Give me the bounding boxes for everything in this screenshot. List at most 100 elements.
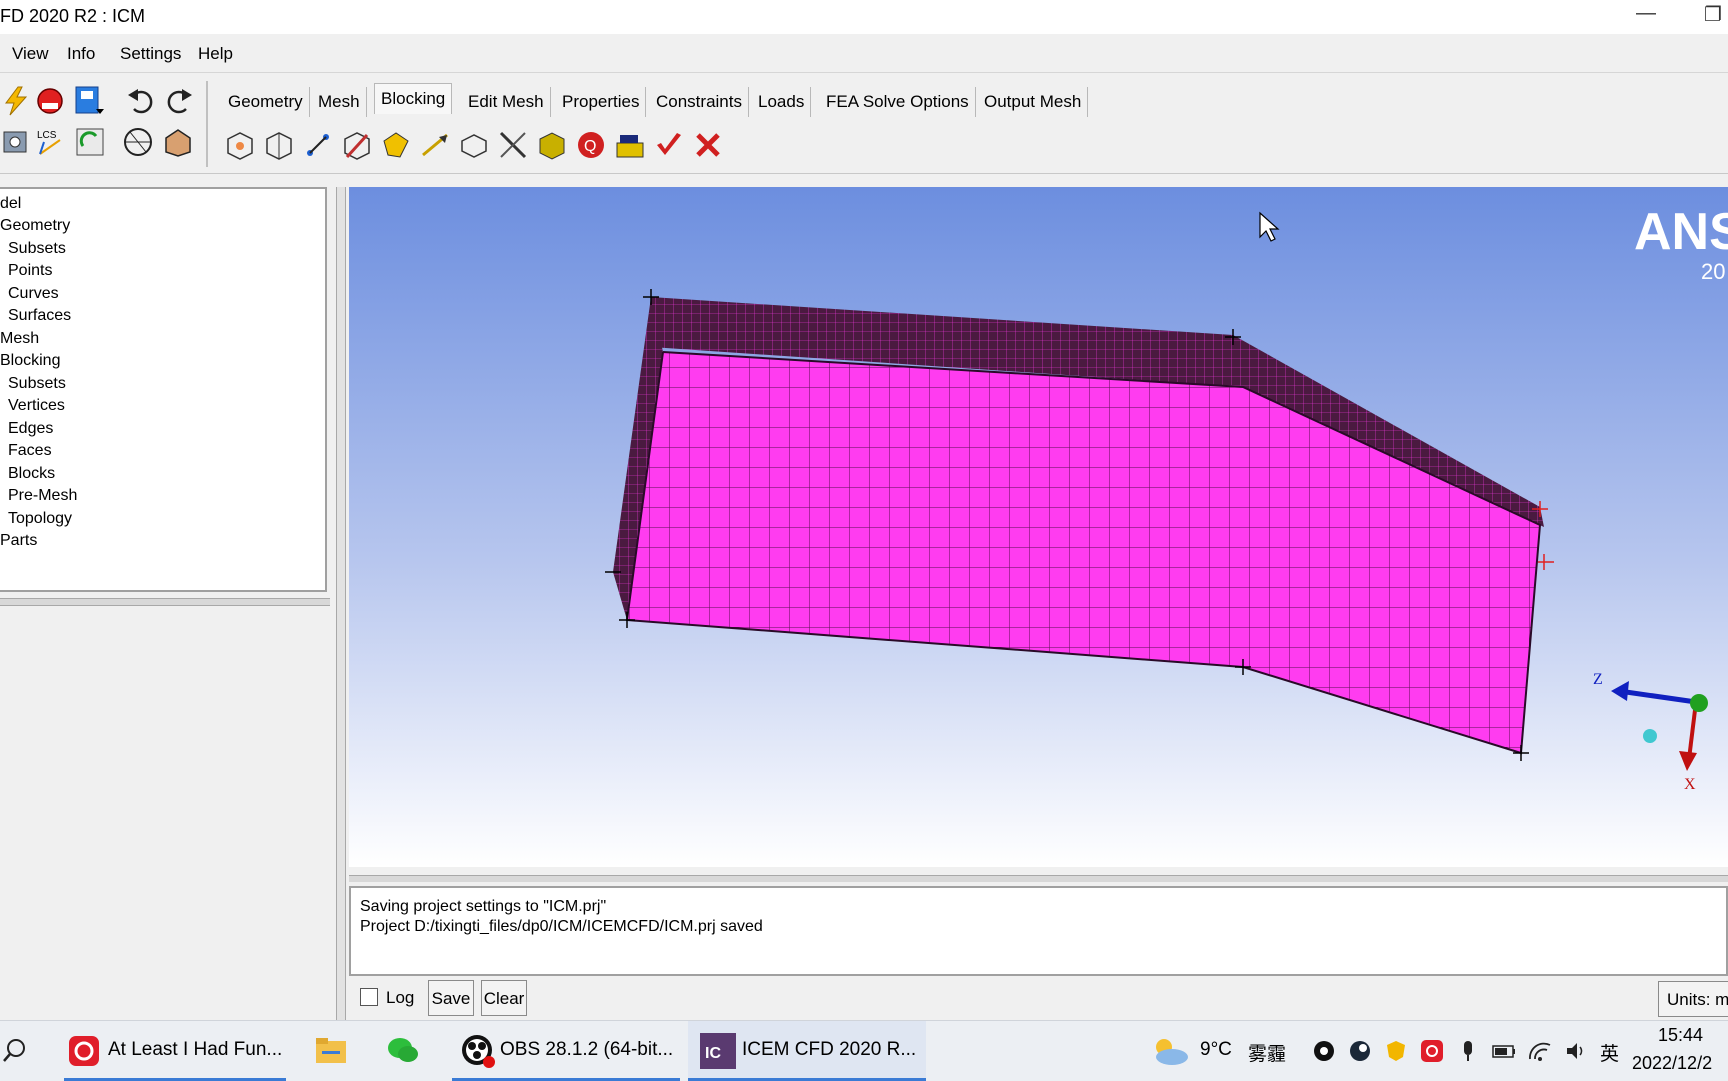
save-dropdown-icon[interactable] (74, 85, 106, 117)
task-obs[interactable]: OBS 28.1.2 (64-bit... (452, 1021, 680, 1081)
netease-music-icon (69, 1036, 99, 1066)
wifi-icon[interactable] (1528, 1039, 1552, 1063)
task-label: OBS 28.1.2 (64-bit... (500, 1039, 674, 1060)
shield-icon[interactable] (1384, 1039, 1408, 1063)
tree-item-pre-mesh[interactable]: Pre-Mesh (8, 487, 77, 505)
clock-time[interactable]: 15:44 (1658, 1025, 1703, 1046)
tree-item-blocks[interactable]: Blocks (8, 465, 55, 483)
lcs-icon[interactable]: LCS (34, 126, 66, 158)
pre-mesh-smooth-icon[interactable] (614, 129, 646, 161)
tree-item-faces[interactable]: Faces (8, 442, 52, 460)
microphone-icon[interactable] (1456, 1039, 1480, 1063)
split-block-icon[interactable] (263, 129, 295, 161)
tree-item-points[interactable]: Points (8, 262, 52, 280)
merge-vertices-icon[interactable] (302, 129, 334, 161)
svg-text:LCS: LCS (37, 130, 57, 141)
transform-block-icon[interactable] (458, 129, 490, 161)
ime-indicator[interactable]: 英 (1600, 1039, 1619, 1066)
menu-bar: View Info Settings Help (0, 34, 1728, 73)
wechat-icon[interactable] (386, 1035, 420, 1067)
clock-date[interactable]: 2022/12/2 (1632, 1053, 1712, 1074)
tab-constraints[interactable]: Constraints (650, 87, 749, 117)
tree-item-edges[interactable]: Edges (8, 420, 53, 438)
tab-loads[interactable]: Loads (752, 87, 812, 117)
task-label: ICEM CFD 2020 R... (742, 1039, 917, 1060)
minimize-button[interactable]: — (1636, 2, 1656, 25)
tab-properties[interactable]: Properties (556, 87, 647, 117)
weather-condition: 雾霾 (1248, 1044, 1287, 1065)
associate-icon[interactable] (380, 129, 412, 161)
check-blocks-icon[interactable] (653, 129, 685, 161)
tab-output-mesh[interactable]: Output Mesh (978, 87, 1089, 117)
move-vertex-icon[interactable] (419, 129, 451, 161)
search-icon[interactable] (2, 1037, 28, 1063)
tab-geometry[interactable]: Geometry (222, 87, 310, 117)
menu-settings[interactable]: Settings (120, 44, 181, 64)
record-icon[interactable] (34, 85, 66, 117)
task-netease-music[interactable]: At Least I Had Fun... (64, 1021, 286, 1081)
create-block-icon[interactable] (224, 129, 256, 161)
solid-icon[interactable] (162, 126, 194, 158)
tray-app-icon[interactable] (1312, 1039, 1336, 1063)
taskbar: At Least I Had Fun... OBS 28.1.2 (64-bit… (0, 1020, 1728, 1081)
tree-item-curves[interactable]: Curves (8, 285, 59, 303)
tree-item-topology[interactable]: Topology (8, 510, 72, 528)
save-button[interactable]: Save (428, 980, 474, 1016)
ansys-logo: ANS (1634, 203, 1728, 261)
menu-view[interactable]: View (12, 44, 49, 64)
window-title: FD 2020 R2 : ICM (0, 6, 146, 26)
axis-label-z: Z (1593, 671, 1603, 688)
tree-item-vertices[interactable]: Vertices (8, 397, 65, 415)
log-label: Log (386, 988, 415, 1007)
pane-splitter[interactable] (336, 187, 346, 1020)
toolbar-separator (206, 81, 208, 167)
task-icem-cfd[interactable]: IC ICEM CFD 2020 R... (688, 1021, 926, 1081)
undo-icon[interactable] (124, 85, 156, 117)
battery-icon[interactable] (1492, 1039, 1516, 1063)
obs-icon (462, 1035, 495, 1068)
tab-fea-solve-options[interactable]: FEA Solve Options (820, 87, 976, 117)
delete-block-icon[interactable] (692, 129, 724, 161)
tree-item-blocking-subsets[interactable]: Subsets (8, 375, 66, 393)
log-checkbox[interactable] (360, 988, 378, 1006)
mesh-front-face (627, 352, 1243, 667)
weather-cloudy-icon[interactable] (1150, 1035, 1190, 1067)
refresh-view-icon[interactable] (74, 126, 106, 158)
clear-button[interactable]: Clear (481, 980, 527, 1016)
lightning-icon[interactable] (0, 85, 32, 117)
tab-mesh[interactable]: Mesh (312, 87, 367, 117)
steam-icon[interactable] (1348, 1039, 1372, 1063)
weather-temp: 9°C (1200, 1039, 1232, 1060)
graphics-viewport[interactable]: ANS 20 Z X (349, 187, 1728, 867)
task-label: At Least I Had Fun... (108, 1039, 283, 1060)
viewport-splitter[interactable] (349, 875, 1728, 882)
edit-block-icon[interactable] (341, 129, 373, 161)
restore-button[interactable]: ❐ (1704, 2, 1722, 27)
volume-icon[interactable] (1564, 1039, 1588, 1063)
premesh-params-icon[interactable] (536, 129, 568, 161)
axis-label-x: X (1684, 776, 1696, 793)
tree-item-parts[interactable]: Parts (0, 532, 37, 550)
tree-item-surfaces[interactable]: Surfaces (8, 307, 71, 325)
netease-tray-icon[interactable] (1420, 1039, 1444, 1063)
edit-edge-icon[interactable] (497, 129, 529, 161)
menu-info[interactable]: Info (67, 44, 95, 64)
tree-item-mesh[interactable]: Mesh (0, 330, 39, 348)
tab-blocking[interactable]: Blocking (374, 83, 453, 114)
model-tree: del Geometry Subsets Points Curves Surfa… (0, 187, 327, 592)
ansys-logo-year: 20 (1701, 259, 1725, 284)
wireframe-icon[interactable] (122, 126, 154, 158)
tree-item-blocking[interactable]: Blocking (0, 352, 60, 370)
tree-splitter[interactable] (0, 598, 330, 606)
redo-icon[interactable] (164, 85, 196, 117)
menu-help[interactable]: Help (198, 44, 233, 64)
message-window: Saving project settings to "ICM.prj" Pro… (349, 886, 1728, 976)
folder-icon[interactable] (314, 1035, 348, 1067)
tree-item-model[interactable]: del (0, 195, 21, 213)
model-icon[interactable] (0, 126, 32, 158)
tab-edit-mesh[interactable]: Edit Mesh (462, 87, 551, 117)
pre-mesh-quality-icon[interactable]: Q (575, 129, 607, 161)
tree-item-geometry-subsets[interactable]: Subsets (8, 240, 66, 258)
toolbar: LCS Geometry Mesh Blocking Edit Mesh Pro… (0, 73, 1728, 174)
tree-item-geometry[interactable]: Geometry (0, 217, 70, 235)
